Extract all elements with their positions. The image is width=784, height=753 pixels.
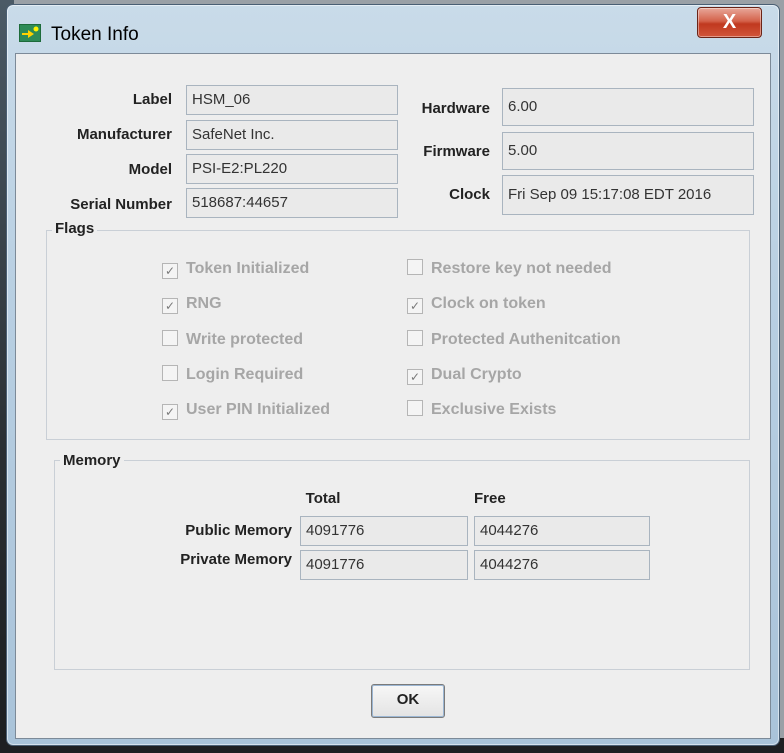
flag-protected-authentication[interactable]: Protected Authenitcation: [407, 330, 621, 350]
memory-title: Memory: [60, 452, 124, 469]
flag-rng[interactable]: ✓ RNG: [162, 294, 222, 314]
firmware-field: 5.00: [502, 132, 754, 170]
clock-caption: Clock: [449, 186, 490, 203]
model-caption: Model: [128, 161, 172, 178]
flag-token-initialized[interactable]: ✓ Token Initialized: [162, 259, 309, 279]
public-memory-free-field: 4044276: [474, 516, 650, 546]
flag-write-protected[interactable]: Write protected: [162, 330, 303, 350]
checkbox-checked-icon: ✓: [407, 369, 423, 385]
flag-dual-crypto[interactable]: ✓ Dual Crypto: [407, 365, 522, 385]
checkbox-checked-icon: ✓: [162, 298, 178, 314]
checkbox-unchecked-icon: [162, 365, 178, 381]
memory-free-header: Free: [474, 490, 506, 507]
flag-exclusive-exists[interactable]: Exclusive Exists: [407, 400, 556, 420]
checkbox-checked-icon: ✓: [162, 263, 178, 279]
clock-field: Fri Sep 09 15:17:08 EDT 2016: [502, 175, 754, 215]
flags-group: [46, 230, 750, 440]
app-icon: [19, 24, 41, 42]
window-title: Token Info: [51, 24, 139, 45]
checkbox-unchecked-icon: [407, 400, 423, 416]
dialog-body: Label HSM_06 Manufacturer SafeNet Inc. M…: [15, 53, 771, 739]
ok-button[interactable]: OK: [371, 684, 445, 718]
memory-total-header: Total: [305, 490, 341, 507]
public-memory-total-field: 4091776: [300, 516, 468, 546]
model-field: PSI-E2:PL220: [186, 154, 398, 184]
flag-clock-on-token[interactable]: ✓ Clock on token: [407, 294, 546, 314]
manufacturer-field: SafeNet Inc.: [186, 120, 398, 150]
label-caption: Label: [132, 91, 172, 108]
checkbox-checked-icon: ✓: [162, 404, 178, 420]
serial-number-field: 518687:44657: [186, 188, 398, 218]
private-memory-total-field: 4091776: [300, 550, 468, 580]
flag-login-required[interactable]: Login Required: [162, 365, 303, 385]
token-info-dialog: Token Info X Label HSM_06 Manufacturer S…: [6, 4, 780, 746]
hardware-field: 6.00: [502, 88, 754, 126]
checkbox-checked-icon: ✓: [407, 298, 423, 314]
flags-title: Flags: [52, 220, 98, 237]
flag-user-pin-initialized[interactable]: ✓ User PIN Initialized: [162, 400, 330, 420]
firmware-caption: Firmware: [423, 143, 490, 160]
manufacturer-caption: Manufacturer: [76, 126, 172, 143]
flag-restore-key-not-needed[interactable]: Restore key not needed: [407, 259, 612, 279]
close-icon: X: [722, 11, 737, 33]
checkbox-unchecked-icon: [162, 330, 178, 346]
serial-number-caption: Serial Number: [70, 196, 172, 213]
label-field: HSM_06: [186, 85, 398, 115]
close-button[interactable]: X: [697, 7, 762, 38]
public-memory-caption: Public Memory: [185, 522, 292, 539]
checkbox-unchecked-icon: [407, 259, 423, 275]
private-memory-caption: Private Memory: [180, 551, 292, 568]
private-memory-free-field: 4044276: [474, 550, 650, 580]
hardware-caption: Hardware: [421, 100, 490, 117]
checkbox-unchecked-icon: [407, 330, 423, 346]
